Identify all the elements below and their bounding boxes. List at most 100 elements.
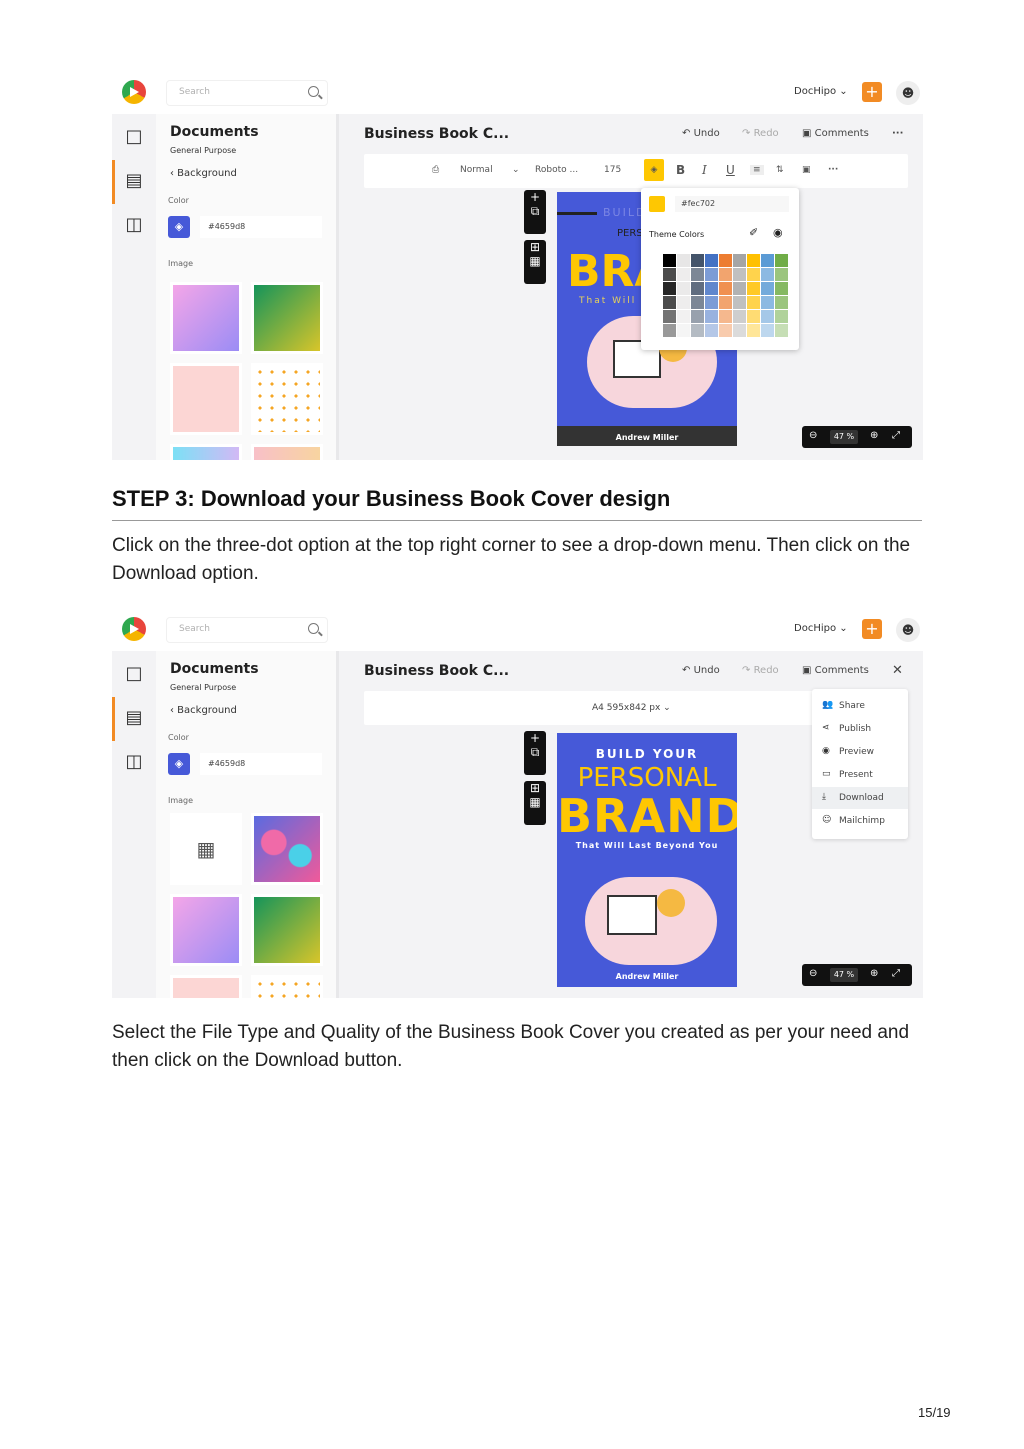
background-thumbnail[interactable] bbox=[251, 363, 323, 435]
color-cell[interactable] bbox=[719, 324, 732, 337]
search-input[interactable]: Search bbox=[166, 80, 328, 106]
color-cell[interactable] bbox=[691, 324, 704, 337]
color-cell[interactable] bbox=[649, 254, 662, 267]
color-cell[interactable] bbox=[719, 310, 732, 323]
document-icon[interactable]: ▤ bbox=[124, 707, 144, 729]
color-cell[interactable] bbox=[705, 254, 718, 267]
layout-stack[interactable]: ⊞ ▦ bbox=[524, 240, 546, 284]
page-size-select[interactable]: A4 595x842 px ⌄ bbox=[592, 703, 671, 713]
add-element-stack[interactable]: + ⧉ bbox=[524, 190, 546, 234]
clipboard-icon[interactable]: ⎙ bbox=[432, 165, 439, 175]
close-icon[interactable]: ✕ bbox=[892, 663, 903, 678]
color-cell[interactable] bbox=[705, 310, 718, 323]
color-cell[interactable] bbox=[761, 310, 774, 323]
color-cell[interactable] bbox=[691, 310, 704, 323]
add-element-stack[interactable]: + ⧉ bbox=[524, 731, 546, 775]
italic-button[interactable]: I bbox=[702, 163, 707, 177]
undo-button[interactable]: ↶ Undo bbox=[682, 128, 720, 139]
color-cell[interactable] bbox=[733, 310, 746, 323]
add-button[interactable]: + bbox=[862, 82, 882, 102]
page-icon[interactable]: □ bbox=[124, 126, 144, 148]
zoom-out-icon[interactable]: ⊖ bbox=[809, 430, 817, 441]
color-cell[interactable] bbox=[719, 268, 732, 281]
menu-item-preview[interactable]: ◉ Preview bbox=[812, 741, 908, 763]
color-cell[interactable] bbox=[761, 254, 774, 267]
color-cell[interactable] bbox=[733, 254, 746, 267]
color-cell[interactable] bbox=[705, 282, 718, 295]
color-cell[interactable] bbox=[677, 282, 690, 295]
color-cell[interactable] bbox=[761, 324, 774, 337]
color-cell[interactable] bbox=[775, 282, 788, 295]
no-image-icon[interactable]: ▦ bbox=[170, 813, 242, 885]
color-cell[interactable] bbox=[663, 254, 676, 267]
redo-button[interactable]: ↷ Redo bbox=[742, 128, 779, 139]
color-cell[interactable] bbox=[663, 282, 676, 295]
search-icon[interactable] bbox=[308, 86, 319, 97]
color-cell[interactable] bbox=[663, 268, 676, 281]
undo-button[interactable]: ↶ Undo bbox=[682, 665, 720, 676]
fullscreen-icon[interactable]: ⤢ bbox=[892, 430, 900, 441]
fill-color-button[interactable]: ◈ bbox=[168, 216, 190, 238]
color-cell[interactable] bbox=[677, 296, 690, 309]
color-cell[interactable] bbox=[761, 296, 774, 309]
color-cell[interactable] bbox=[677, 254, 690, 267]
panel-splitter[interactable] bbox=[336, 114, 339, 460]
background-thumbnail[interactable] bbox=[170, 282, 242, 354]
color-cell[interactable] bbox=[691, 282, 704, 295]
font-select[interactable]: Roboto ... bbox=[535, 165, 578, 175]
color-cell[interactable] bbox=[747, 282, 760, 295]
color-cell[interactable] bbox=[677, 310, 690, 323]
zoom-level[interactable]: 47 % bbox=[830, 430, 858, 444]
zoom-in-icon[interactable]: ⊕ bbox=[870, 968, 878, 979]
color-hex-field[interactable]: #4659d8 bbox=[200, 753, 322, 775]
page-icon[interactable]: □ bbox=[124, 663, 144, 685]
panel-splitter[interactable] bbox=[336, 651, 339, 998]
document-icon[interactable]: ▤ bbox=[124, 170, 144, 192]
color-cell[interactable] bbox=[677, 268, 690, 281]
user-icon[interactable]: ☻ bbox=[896, 618, 920, 642]
color-cell[interactable] bbox=[663, 324, 676, 337]
background-thumbnail[interactable] bbox=[251, 894, 323, 966]
trash-icon[interactable]: ◫ bbox=[124, 214, 144, 236]
color-cell[interactable] bbox=[775, 254, 788, 267]
menu-item-share[interactable]: 👥 Share bbox=[812, 695, 908, 717]
color-cell[interactable] bbox=[719, 254, 732, 267]
back-to-background[interactable]: ‹ Background bbox=[170, 705, 237, 716]
bold-button[interactable]: B bbox=[676, 163, 685, 177]
color-cell[interactable] bbox=[733, 268, 746, 281]
color-cell[interactable] bbox=[747, 268, 760, 281]
trash-icon[interactable]: ◫ bbox=[124, 751, 144, 773]
palette-icon[interactable]: ◉ bbox=[773, 226, 783, 239]
menu-item-present[interactable]: ▭ Present bbox=[812, 764, 908, 786]
background-thumbnail[interactable] bbox=[251, 444, 323, 460]
color-cell[interactable] bbox=[649, 296, 662, 309]
color-grid[interactable] bbox=[649, 254, 791, 342]
comments-button[interactable]: ▣ Comments bbox=[802, 665, 869, 676]
comments-button[interactable]: ▣ Comments bbox=[802, 128, 869, 139]
color-cell[interactable] bbox=[719, 296, 732, 309]
color-cell[interactable] bbox=[775, 268, 788, 281]
color-cell[interactable] bbox=[733, 282, 746, 295]
color-cell[interactable] bbox=[663, 310, 676, 323]
add-button[interactable]: + bbox=[862, 619, 882, 639]
font-size-select[interactable]: 175 bbox=[604, 165, 621, 175]
document-title[interactable]: Business Book C... bbox=[364, 663, 509, 679]
fullscreen-icon[interactable]: ⤢ bbox=[892, 968, 900, 979]
fill-color-button[interactable]: ◈ bbox=[168, 753, 190, 775]
text-style-select[interactable]: Normal bbox=[460, 165, 493, 175]
color-cell[interactable] bbox=[747, 310, 760, 323]
color-cell[interactable] bbox=[775, 296, 788, 309]
underline-button[interactable]: U bbox=[726, 163, 735, 177]
back-to-background[interactable]: ‹ Background bbox=[170, 168, 237, 179]
color-cell[interactable] bbox=[691, 268, 704, 281]
color-cell[interactable] bbox=[663, 296, 676, 309]
more-options-button[interactable]: ··· bbox=[892, 128, 903, 139]
zoom-in-icon[interactable]: ⊕ bbox=[870, 430, 878, 441]
selected-color-swatch[interactable] bbox=[649, 196, 665, 212]
redo-button[interactable]: ↷ Redo bbox=[742, 665, 779, 676]
color-cell[interactable] bbox=[705, 268, 718, 281]
chevron-down-icon[interactable]: ⌄ bbox=[512, 165, 520, 175]
account-menu[interactable]: DocHipo ⌄ bbox=[794, 86, 848, 97]
user-icon[interactable]: ☻ bbox=[896, 81, 920, 105]
layout-stack[interactable]: ⊞ ▦ bbox=[524, 781, 546, 825]
